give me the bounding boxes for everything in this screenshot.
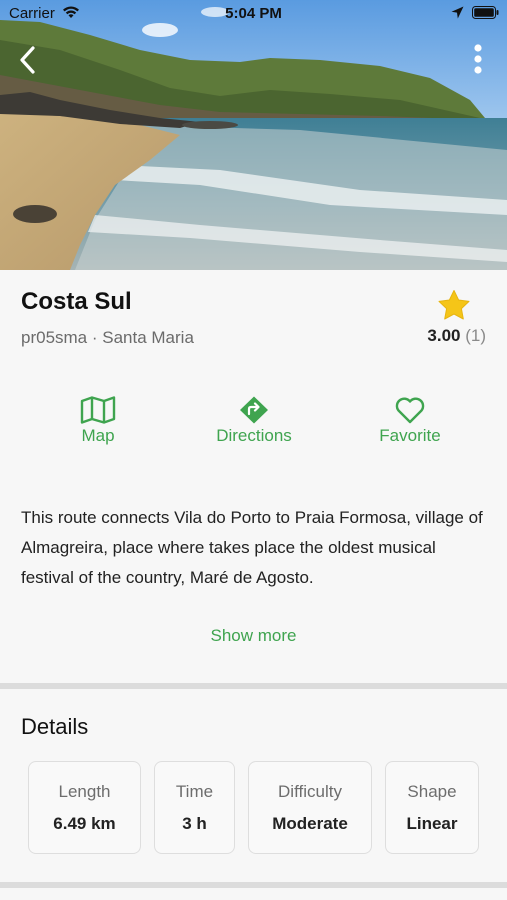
rating: 3.00 (1): [427, 326, 486, 346]
section-divider: [0, 683, 507, 689]
detail-card-shape: Shape Linear: [385, 761, 479, 854]
detail-card-difficulty: Difficulty Moderate: [248, 761, 372, 854]
detail-label: Time: [175, 782, 214, 801]
section-divider: [0, 882, 507, 888]
route-subtitle: pr05sma · Santa Maria: [21, 328, 194, 347]
detail-label: Length: [58, 782, 111, 801]
directions-label: Directions: [216, 426, 292, 445]
route-title: Costa Sul: [21, 288, 132, 315]
favorite-button[interactable]: Favorite: [350, 396, 470, 446]
detail-card-time: Time 3 h: [154, 761, 235, 854]
detail-label: Difficulty: [278, 782, 342, 801]
battery-icon: [472, 6, 499, 23]
map-button[interactable]: Map: [38, 396, 158, 446]
vertical-ellipsis-icon: [474, 44, 482, 74]
hero-image: Carrier 5:04 PM: [0, 0, 507, 270]
rating-count: (1): [465, 326, 486, 345]
map-label: Map: [81, 426, 115, 445]
directions-button[interactable]: Directions: [194, 396, 314, 446]
detail-label: Shape: [407, 782, 457, 801]
detail-value: Linear: [406, 814, 458, 833]
detail-value: 3 h: [182, 814, 207, 833]
rating-value: 3.00: [427, 326, 461, 345]
detail-value: Moderate: [272, 814, 348, 833]
directions-icon: [240, 396, 268, 424]
details-heading: Details: [21, 714, 89, 739]
coast-photo: [0, 0, 507, 270]
status-time: 5:04 PM: [225, 5, 282, 22]
detail-value: 6.49 km: [53, 814, 116, 833]
chevron-left-icon: [20, 46, 35, 74]
status-bar: Carrier 5:04 PM: [0, 0, 507, 28]
location-arrow-icon: [451, 6, 464, 23]
star-icon: [437, 289, 471, 326]
more-options-button[interactable]: [466, 42, 490, 78]
route-description: This route connects Vila do Porto to Pra…: [21, 508, 483, 587]
map-icon: [80, 396, 116, 424]
back-button[interactable]: [14, 44, 44, 78]
show-more-link[interactable]: Show more: [0, 626, 507, 646]
detail-card-length: Length 6.49 km: [28, 761, 141, 854]
favorite-label: Favorite: [379, 426, 441, 445]
heart-icon: [395, 397, 425, 424]
